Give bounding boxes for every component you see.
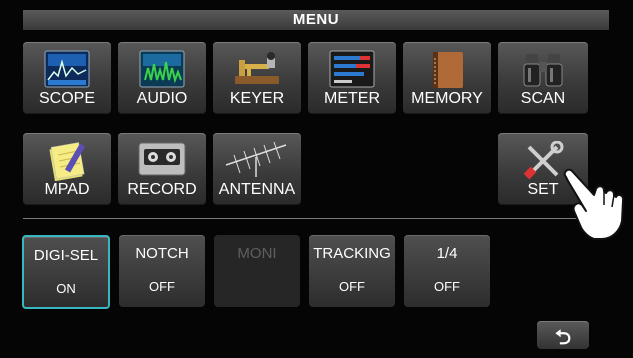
mpad-button[interactable]: MPAD <box>23 133 111 205</box>
tile-label: RECORD <box>127 181 197 198</box>
tracking-button[interactable]: TRACKING OFF <box>309 235 395 307</box>
scope-button[interactable]: SCOPE <box>23 42 111 114</box>
meter-button[interactable]: METER <box>308 42 396 114</box>
function-label: MONI <box>237 245 277 262</box>
function-label: NOTCH <box>135 245 189 262</box>
return-button[interactable]: ⮌ <box>537 321 589 349</box>
memory-icon <box>433 52 463 88</box>
cassette-icon <box>138 142 186 176</box>
binoculars-icon <box>523 54 563 87</box>
menu-title-bar: MENU <box>23 10 609 30</box>
keyer-button[interactable]: KEYER <box>213 42 301 114</box>
moni-button: MONI <box>214 235 300 307</box>
tile-label: SCAN <box>520 90 566 107</box>
tools-icon <box>523 141 564 180</box>
record-button[interactable]: RECORD <box>118 133 206 205</box>
tile-label: AUDIO <box>136 90 188 107</box>
menu-title: MENU <box>292 11 340 28</box>
notepad-icon <box>49 142 86 181</box>
menu-screen: MENU SCOPE AUDIO KEYER METER MEMORY SCAN… <box>0 0 633 358</box>
keyer-icon <box>235 52 279 84</box>
function-label: TRACKING <box>313 245 391 262</box>
meter-icon <box>329 50 375 88</box>
function-label: 1/4 <box>436 245 458 262</box>
tile-label: METER <box>324 90 380 107</box>
audio-button[interactable]: AUDIO <box>118 42 206 114</box>
memory-button[interactable]: MEMORY <box>403 42 491 114</box>
tile-label: KEYER <box>229 90 285 107</box>
one-quarter-button[interactable]: 1/4 OFF <box>404 235 490 307</box>
tile-label: MPAD <box>44 181 90 198</box>
antenna-icon <box>225 141 287 177</box>
scope-icon <box>44 50 90 88</box>
audio-icon <box>139 50 185 88</box>
function-value: OFF <box>149 279 175 294</box>
section-divider <box>23 218 609 219</box>
pointing-hand-icon <box>563 168 625 240</box>
function-value: ON <box>56 281 76 296</box>
scan-button[interactable]: SCAN <box>498 42 588 114</box>
function-label: DIGI-SEL <box>33 247 99 264</box>
function-value: OFF <box>339 279 365 294</box>
function-value: OFF <box>434 279 460 294</box>
digi-sel-button[interactable]: DIGI-SEL ON <box>22 235 110 309</box>
tile-label: SCOPE <box>38 90 95 107</box>
tile-label: MEMORY <box>411 90 483 107</box>
tile-label: ANTENNA <box>218 181 296 198</box>
antenna-button[interactable]: ANTENNA <box>213 133 301 205</box>
notch-button[interactable]: NOTCH OFF <box>119 235 205 307</box>
return-arrow-icon: ⮌ <box>554 327 572 349</box>
